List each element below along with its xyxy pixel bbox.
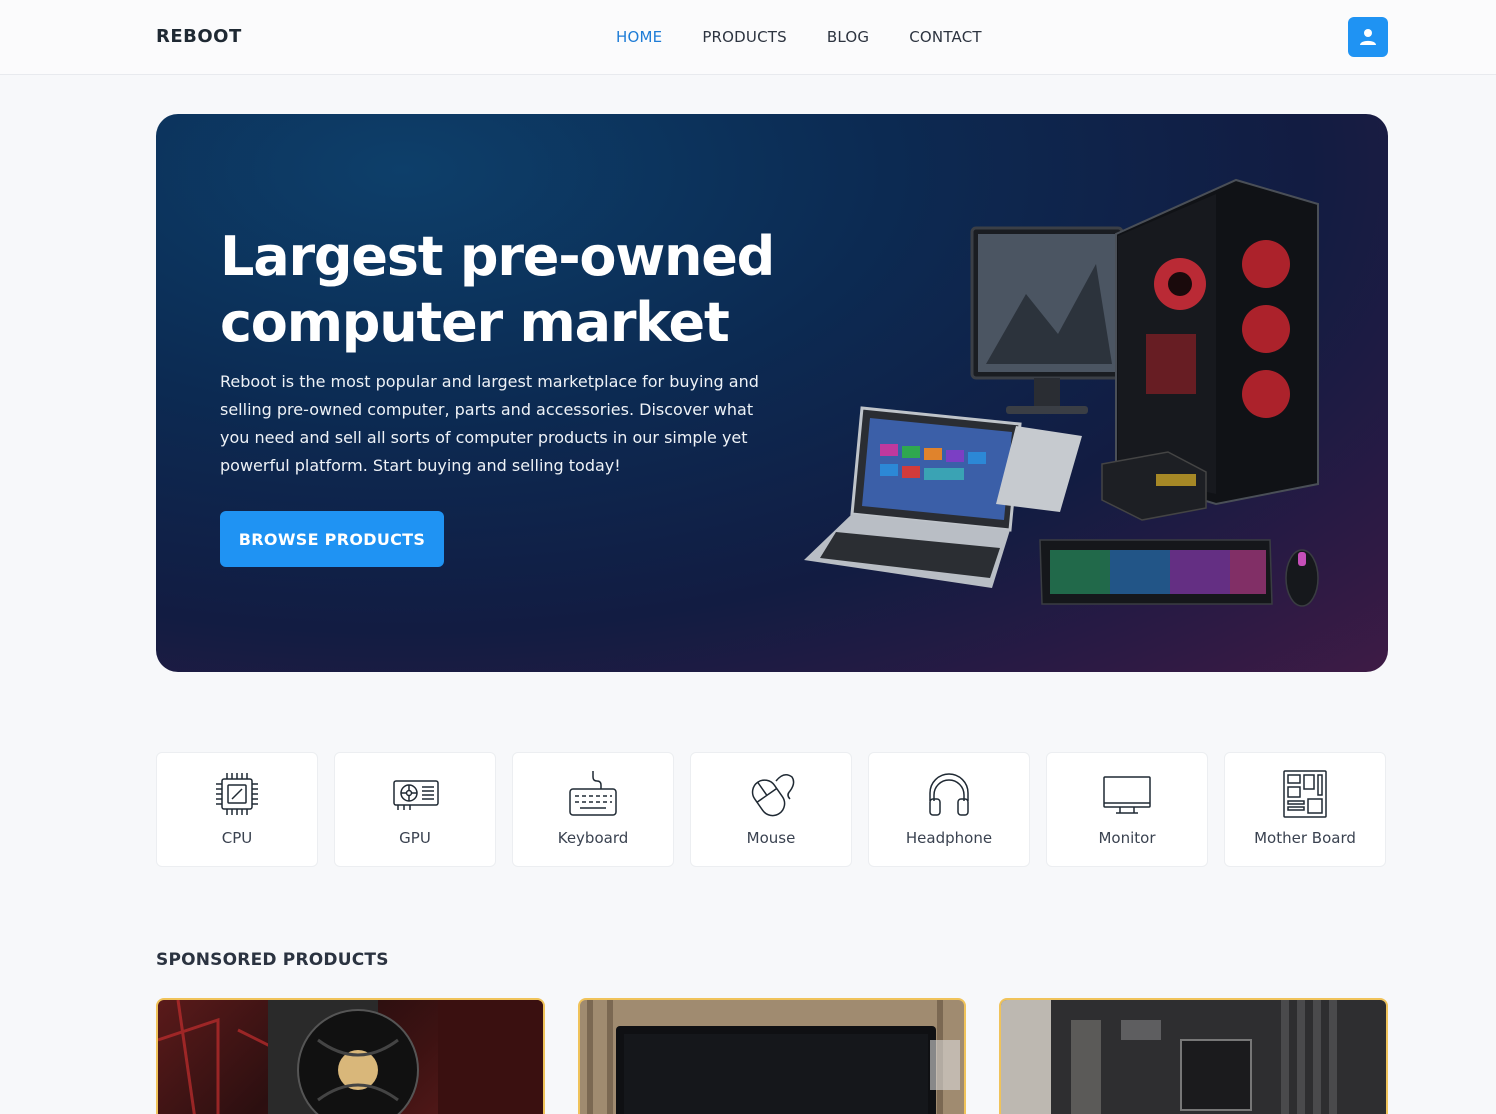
category-label: Mouse [746,829,796,847]
category-list: CPU GPU Keyboard Mouse Headphone Monitor… [156,752,1388,867]
nav-contact[interactable]: CONTACT [909,28,982,46]
category-label: Keyboard [557,829,629,847]
product-card-gpu[interactable] [156,998,545,1114]
brand-logo[interactable]: REBOOT [156,26,242,47]
motherboard-icon [1280,769,1330,819]
hero-banner: Largest pre-owned computer market Reboot… [156,114,1388,672]
hero-title-line1: Largest pre-owned [220,225,775,288]
sponsored-products-heading: SPONSORED PRODUCTS [156,950,389,970]
user-account-button[interactable] [1348,17,1388,57]
product-card-motherboard[interactable] [999,998,1389,1114]
top-navbar: REBOOT HOME PRODUCTS BLOG CONTACT [0,0,1496,75]
gpu-icon [390,769,440,819]
product-image [157,1000,543,1114]
category-gpu[interactable]: GPU [334,752,496,867]
monitor-icon [1102,769,1152,819]
product-card-monitor[interactable] [577,998,967,1114]
keyboard-icon [568,769,618,819]
computer-setup-image [804,178,1319,607]
category-monitor[interactable]: Monitor [1046,752,1208,867]
main-nav: HOME PRODUCTS BLOG CONTACT [616,28,1022,46]
product-image [579,1000,965,1114]
product-image [1001,1000,1387,1114]
category-motherboard[interactable]: Mother Board [1224,752,1386,867]
category-label: GPU [399,829,431,847]
headphone-icon [924,769,974,819]
sponsored-products-list [156,998,1389,1114]
category-label: CPU [221,829,253,847]
category-headphone[interactable]: Headphone [868,752,1030,867]
category-mouse[interactable]: Mouse [690,752,852,867]
category-keyboard[interactable]: Keyboard [512,752,674,867]
mouse-icon [746,769,796,819]
browse-products-button[interactable]: BROWSE PRODUCTS [220,511,444,567]
hero-description: Reboot is the most popular and largest m… [220,372,759,475]
hero-title-line2: computer market [220,291,730,354]
category-label: Monitor [1098,829,1156,847]
hero-title: Largest pre-owned computer market [220,224,820,356]
category-label: Mother Board [1254,829,1356,847]
nav-blog[interactable]: BLOG [827,28,869,46]
category-label: Headphone [905,829,993,847]
user-icon [1360,29,1376,45]
category-cpu[interactable]: CPU [156,752,318,867]
nav-home[interactable]: HOME [616,28,662,46]
cpu-icon [212,769,262,819]
nav-products[interactable]: PRODUCTS [702,28,787,46]
